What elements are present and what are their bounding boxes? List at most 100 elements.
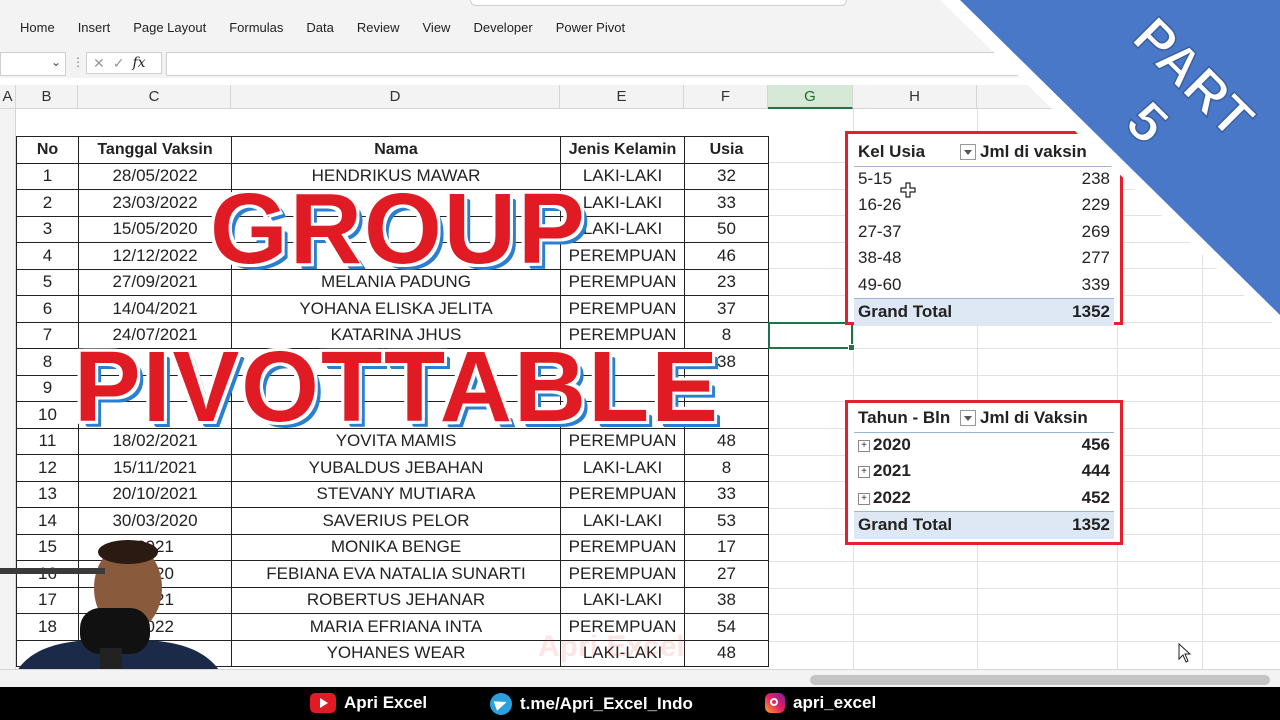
name-box[interactable]: ⌄: [0, 52, 66, 76]
cell-no[interactable]: 1: [16, 162, 79, 190]
column-header-c[interactable]: C: [78, 85, 231, 109]
table-row[interactable]: 13 20/10/2021 STEVANY MUTIARA PEREMPUAN 33: [16, 480, 769, 508]
cell-tanggal-vaksin[interactable]: 15/05/2020: [78, 215, 232, 243]
cell-usia[interactable]: 38: [684, 586, 769, 614]
cell-no[interactable]: 2: [16, 189, 79, 217]
cell-no[interactable]: 4: [16, 242, 79, 270]
cell-nama[interactable]: MONIKA BENGE: [231, 533, 561, 561]
cell-tanggal-vaksin[interactable]: 20/10/2021: [78, 480, 232, 508]
cell-jenis-kelamin[interactable]: PEREMPUAN: [560, 533, 685, 561]
cell-usia[interactable]: 53: [684, 507, 769, 535]
header-nama[interactable]: Nama: [231, 136, 561, 164]
expand-icon[interactable]: +: [858, 465, 870, 478]
cell-tanggal-vaksin[interactable]: 12/12/2022: [78, 242, 232, 270]
instagram-link[interactable]: apri_excel: [765, 693, 876, 713]
cell-usia[interactable]: 33: [684, 480, 769, 508]
cell-usia[interactable]: 17: [684, 533, 769, 561]
cell-no[interactable]: 8: [16, 348, 79, 376]
telegram-link[interactable]: t.me/Apri_Excel_Indo: [490, 693, 693, 715]
tab-formulas[interactable]: Formulas: [229, 20, 283, 35]
cell-usia[interactable]: 54: [684, 613, 769, 641]
expand-icon[interactable]: +: [858, 439, 870, 452]
cell-nama[interactable]: YOHANES WEAR: [231, 639, 561, 667]
chevron-down-icon[interactable]: ⌄: [51, 55, 61, 69]
cell-nama[interactable]: ROBERTUS JEHANAR: [231, 586, 561, 614]
pivot-row[interactable]: +2022 452: [854, 485, 1114, 512]
cell-tanggal-vaksin[interactable]: 15/11/2021: [78, 454, 232, 482]
cell-nama[interactable]: YOHANA ELISKA JELITA: [231, 295, 561, 323]
tab-review[interactable]: Review: [357, 20, 400, 35]
cell-tanggal-vaksin[interactable]: 27/09/2021: [78, 268, 232, 296]
column-header-g[interactable]: G: [768, 85, 853, 109]
cell-no[interactable]: 5: [16, 268, 79, 296]
cell-usia[interactable]: 48: [684, 639, 769, 667]
cell-tanggal-vaksin[interactable]: 28/05/2022: [78, 162, 232, 190]
column-header-f[interactable]: F: [684, 85, 768, 109]
cell-nama[interactable]: MARIA EFRIANA INTA: [231, 613, 561, 641]
youtube-link[interactable]: Apri Excel: [310, 693, 427, 713]
part-banner: PART 5: [940, 0, 1280, 330]
header-usia[interactable]: Usia: [684, 136, 769, 164]
filter-dropdown-icon[interactable]: [960, 410, 976, 426]
cell-no[interactable]: 12: [16, 454, 79, 482]
tab-view[interactable]: View: [423, 20, 451, 35]
header-jenis-kelamin[interactable]: Jenis Kelamin: [560, 136, 685, 164]
tab-home[interactable]: Home: [20, 20, 55, 35]
pivot-grand-total-row[interactable]: Grand Total 1352: [854, 511, 1114, 539]
column-header-b[interactable]: B: [16, 85, 78, 109]
cell-usia[interactable]: 33: [684, 189, 769, 217]
pivot-row[interactable]: +2020 456: [854, 432, 1114, 459]
cell-no[interactable]: 11: [16, 427, 79, 455]
cell-no[interactable]: 7: [16, 321, 79, 349]
cell-jenis-kelamin[interactable]: LAKI-LAKI: [560, 586, 685, 614]
tab-developer[interactable]: Developer: [473, 20, 532, 35]
cell-usia[interactable]: 8: [684, 454, 769, 482]
cell-no[interactable]: 9: [16, 374, 79, 402]
header-tanggal-vaksin[interactable]: Tanggal Vaksin: [78, 136, 232, 164]
cell-nama[interactable]: FEBIANA EVA NATALIA SUNARTI: [231, 560, 561, 588]
pivot-row-label: 16-26: [858, 195, 902, 214]
column-header-a[interactable]: A: [0, 85, 16, 109]
more-icon[interactable]: ⋮: [72, 55, 84, 69]
expand-icon[interactable]: +: [858, 492, 870, 505]
cell-jenis-kelamin[interactable]: LAKI-LAKI: [560, 507, 685, 535]
cell-tanggal-vaksin[interactable]: 23/03/2022: [78, 189, 232, 217]
tab-page-layout[interactable]: Page Layout: [133, 20, 206, 35]
cell-no[interactable]: 3: [16, 215, 79, 243]
cell-jenis-kelamin[interactable]: PEREMPUAN: [560, 480, 685, 508]
horizontal-scrollbar[interactable]: [810, 675, 1270, 685]
pivot-row[interactable]: +2021 444: [854, 458, 1114, 485]
gridline: [768, 614, 1280, 615]
cell-nama[interactable]: SAVERIUS PELOR: [231, 507, 561, 535]
header-no[interactable]: No: [16, 136, 79, 164]
cell-usia[interactable]: 23: [684, 268, 769, 296]
table-row[interactable]: 12 15/11/2021 YUBALDUS JEBAHAN LAKI-LAKI 8: [16, 454, 769, 482]
cell-jenis-kelamin[interactable]: LAKI-LAKI: [560, 454, 685, 482]
column-header-d[interactable]: D: [231, 85, 560, 109]
cell-no[interactable]: 13: [16, 480, 79, 508]
tab-data[interactable]: Data: [306, 20, 333, 35]
cell-no[interactable]: 10: [16, 401, 79, 429]
table-row[interactable]: 6 14/04/2021 YOHANA ELISKA JELITA PEREMPUAN…: [16, 295, 769, 323]
cell-usia[interactable]: 50: [684, 215, 769, 243]
cell-no[interactable]: 6: [16, 295, 79, 323]
fill-handle[interactable]: [848, 344, 855, 351]
cancel-icon[interactable]: ✕: [93, 55, 105, 72]
cell-jenis-kelamin[interactable]: PEREMPUAN: [560, 560, 685, 588]
enter-icon[interactable]: ✓: [113, 55, 125, 72]
cell-usia[interactable]: 27: [684, 560, 769, 588]
cell-nama[interactable]: YUBALDUS JEBAHAN: [231, 454, 561, 482]
cell-usia[interactable]: 37: [684, 295, 769, 323]
cell-usia[interactable]: 32: [684, 162, 769, 190]
column-header-e[interactable]: E: [560, 85, 684, 109]
active-cell[interactable]: [768, 322, 855, 351]
cell-nama[interactable]: STEVANY MUTIARA: [231, 480, 561, 508]
cell-usia[interactable]: 46: [684, 242, 769, 270]
search-box[interactable]: [470, 0, 847, 6]
insert-function-button[interactable]: fx: [132, 55, 145, 71]
tab-insert[interactable]: Insert: [78, 20, 111, 35]
cell-tanggal-vaksin[interactable]: 14/04/2021: [78, 295, 232, 323]
pivot-table-year-month[interactable]: Tahun - Bln Jml di Vaksin +2020 456 +202…: [845, 400, 1123, 545]
cell-jenis-kelamin[interactable]: PEREMPUAN: [560, 295, 685, 323]
tab-power-pivot[interactable]: Power Pivot: [556, 20, 625, 35]
